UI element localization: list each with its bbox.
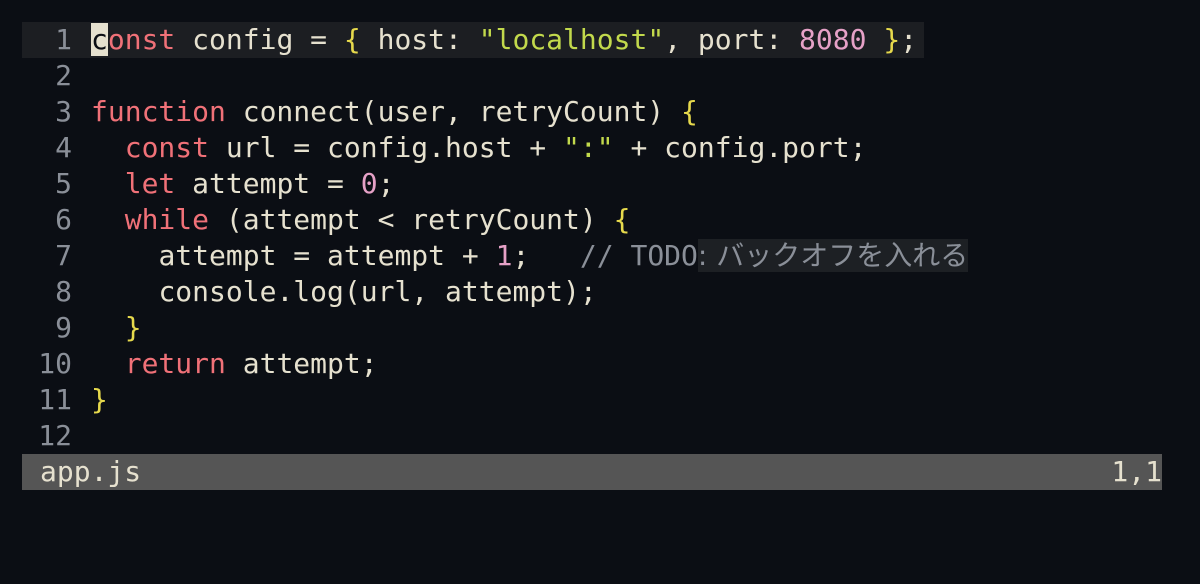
line-number: 9 [55,311,72,344]
line-number: 4 [55,131,72,164]
code-line-3[interactable]: 3 function connect(user, retryCount) { [22,94,1162,130]
line-number: 2 [55,59,72,92]
code-editor[interactable]: 1 const config = { host: "localhost", po… [22,22,1162,454]
code-text[interactable]: let attempt = 0; [91,166,395,202]
line-number: 11 [38,383,72,416]
code-line-8[interactable]: 8 console.log(url, attempt); [22,274,1162,310]
japanese-comment-text: : バックオフを入れる [697,239,969,272]
line-number: 5 [55,167,72,200]
line-number: 3 [55,95,72,128]
line-number: 7 [55,239,72,272]
code-line-2[interactable]: 2 [22,58,1162,94]
line-number: 12 [38,419,72,452]
code-line-11[interactable]: 11 } [22,382,1162,418]
code-text[interactable]: function connect(user, retryCount) { [91,94,698,130]
code-text[interactable]: console.log(url, attempt); [91,274,596,310]
code-text[interactable]: while (attempt < retryCount) { [91,202,631,238]
text-cursor: c [91,23,108,56]
code-line-4[interactable]: 4 const url = config.host + ":" + config… [22,130,1162,166]
code-text[interactable]: } [91,382,108,418]
status-cursor-position: 1,1 [1111,455,1162,488]
status-filename: app.js [40,455,142,488]
code-line-5[interactable]: 5 let attempt = 0; [22,166,1162,202]
code-line-10[interactable]: 10 return attempt; [22,346,1162,382]
code-line-7[interactable]: 7 attempt = attempt + 1; // TODO: バックオフを… [22,238,1162,274]
line-number: 10 [38,347,72,380]
code-line-1[interactable]: 1 const config = { host: "localhost", po… [22,22,1162,58]
code-line-9[interactable]: 9 } [22,310,1162,346]
line-number: 6 [55,203,72,236]
code-text[interactable]: attempt = attempt + 1; // TODO: バックオフを入れ… [91,238,969,274]
line-number: 1 [55,23,72,56]
code-line-6[interactable]: 6 while (attempt < retryCount) { [22,202,1162,238]
code-line-12[interactable]: 12 [22,418,1162,454]
code-text[interactable]: const url = config.host + ":" + config.p… [91,130,867,166]
status-bar: app.js 1,1 [22,454,1162,490]
code-text[interactable]: const config = { host: "localhost", port… [91,22,917,58]
code-text[interactable]: return attempt; [91,346,378,382]
line-number: 8 [55,275,72,308]
todo-comment: // TODO [579,239,698,272]
code-text[interactable]: } [91,310,142,346]
